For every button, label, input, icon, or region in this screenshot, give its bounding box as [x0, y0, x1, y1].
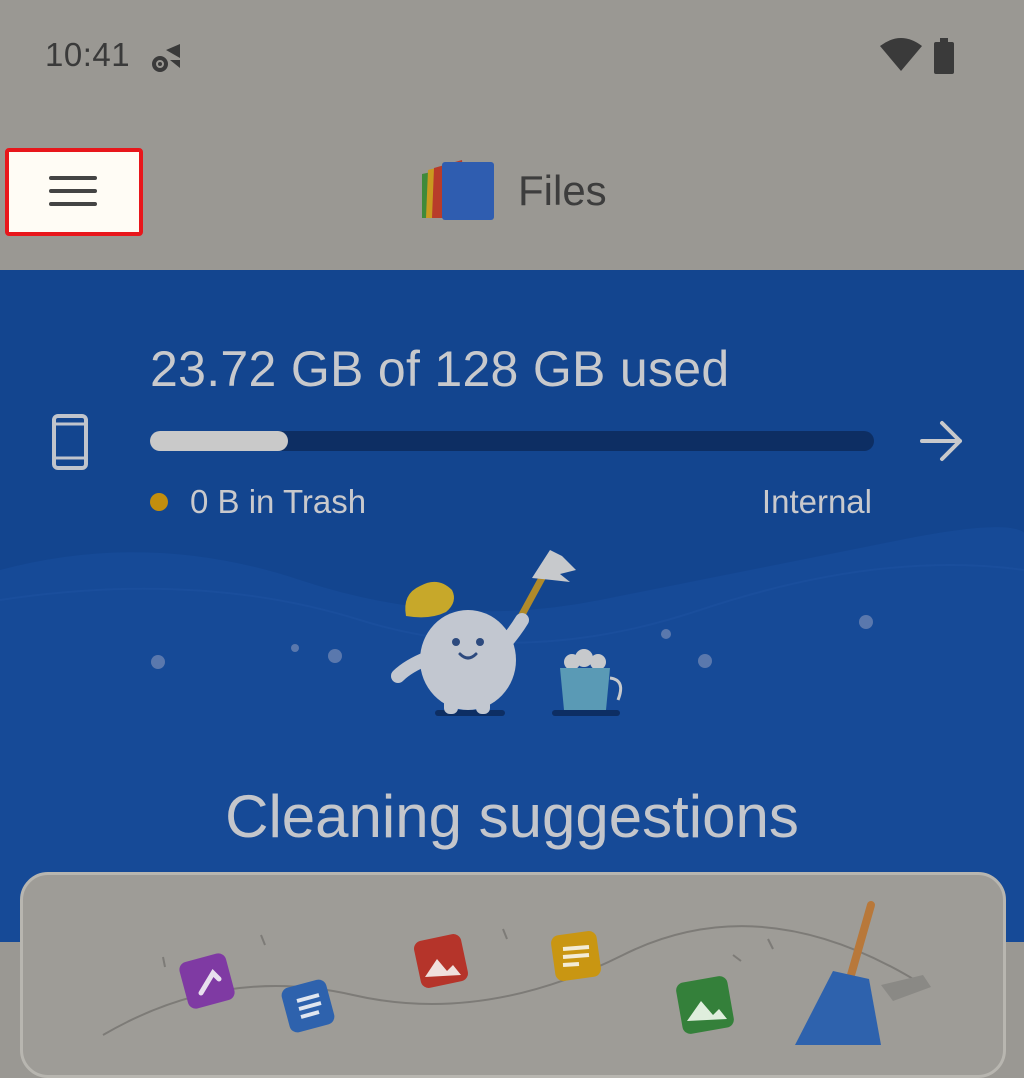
storage-progress-fill [150, 431, 288, 451]
cleaning-suggestion-card[interactable] [20, 872, 1006, 1078]
hamburger-menu-button[interactable] [5, 148, 143, 236]
wifi-icon [880, 38, 922, 71]
app-title: Files [518, 167, 607, 214]
storage-hero: 23.72 GB of 128 GB used 0 B in Trash Int… [0, 270, 1024, 942]
trash-size-text: 0 B in Trash [190, 483, 367, 520]
phone-icon [52, 414, 88, 470]
app-icons-illustration [102, 901, 931, 1045]
files-logo-icon [422, 160, 494, 220]
storage-location-label: Internal [761, 483, 872, 520]
app-bar [0, 115, 1024, 270]
cleaning-mascot-illustration [391, 550, 623, 716]
trash-indicator-dot [150, 493, 168, 511]
status-time: 10:41 [45, 36, 131, 73]
storage-used-text: 23.72 GB of 128 GB used [150, 341, 730, 397]
status-bar: 10:41 [0, 0, 1024, 115]
storage-progress-bar [150, 431, 874, 451]
battery-icon [934, 38, 954, 74]
arrow-right-icon[interactable] [918, 420, 966, 462]
gear-signal-icon [152, 44, 180, 72]
cleaning-suggestions-title: Cleaning suggestions [225, 783, 799, 850]
